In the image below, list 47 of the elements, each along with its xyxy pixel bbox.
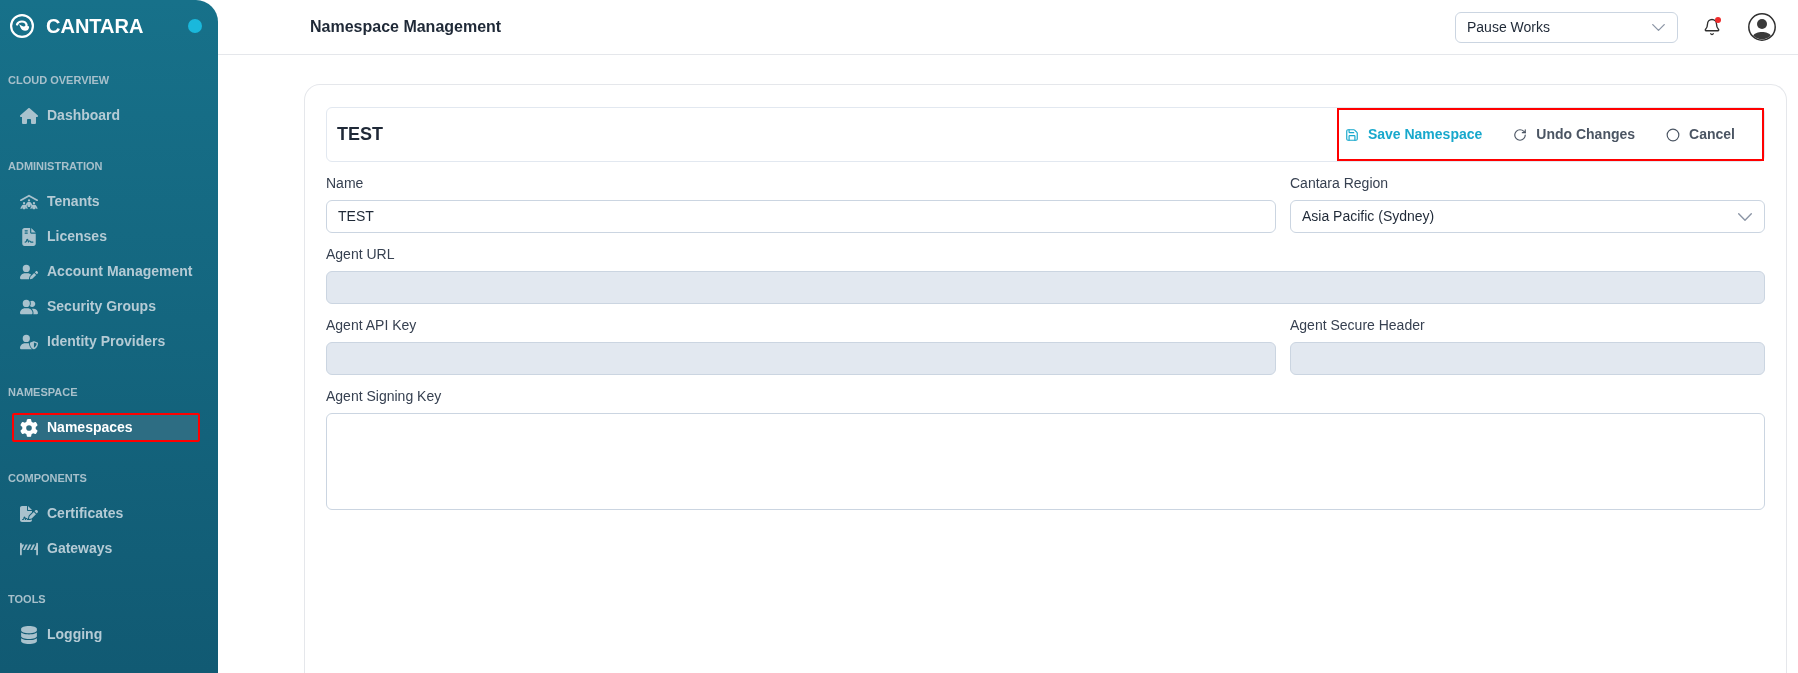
- namespace-title: TEST: [337, 123, 383, 146]
- field-label: Agent Secure Header: [1290, 316, 1426, 335]
- nav-item[interactable]: Namespaces: [12, 413, 200, 442]
- field-label: Agent Signing Key: [326, 387, 443, 406]
- page-title: Namespace Management: [310, 17, 502, 37]
- nav-item[interactable]: Dashboard: [12, 101, 200, 130]
- user-shield-icon: [20, 332, 38, 351]
- section-heading: ADMINISTRATION: [8, 159, 103, 175]
- section-heading: TOOLS: [8, 592, 46, 608]
- gear-icon: [20, 418, 38, 437]
- user-pen-icon: [20, 262, 38, 281]
- user-avatar-icon[interactable]: [1748, 13, 1776, 41]
- field-label: Name: [326, 174, 365, 193]
- logo-icon: [10, 14, 34, 38]
- chevron-down-icon: [1738, 212, 1752, 221]
- rotate-arrow-icon: [1513, 127, 1528, 142]
- brand-name: CANTARA: [46, 14, 144, 39]
- circle-icon: [1666, 127, 1681, 142]
- bell-icon[interactable]: [1703, 18, 1721, 36]
- nav-item[interactable]: Certificates: [12, 499, 200, 528]
- nav-item[interactable]: Gateways: [12, 534, 200, 563]
- text-area[interactable]: [326, 413, 1765, 510]
- section-heading: COMPONENTS: [8, 471, 87, 487]
- field-label: Cantara Region: [1290, 174, 1390, 193]
- nav-item[interactable]: Licenses: [12, 222, 200, 251]
- nav-item[interactable]: Security Groups: [12, 292, 200, 321]
- document-pen-icon: [20, 504, 38, 523]
- section-heading: CLOUD OVERVIEW: [8, 73, 110, 89]
- house-icon: [20, 106, 38, 125]
- people-under-roof-icon: [20, 192, 38, 211]
- nav-item[interactable]: Identity Providers: [12, 327, 200, 356]
- workspace-select[interactable]: Pause Works: [1455, 11, 1678, 43]
- text-input[interactable]: TEST: [326, 200, 1276, 233]
- users-icon: [20, 297, 38, 316]
- section-heading: NAMESPACE: [8, 385, 78, 401]
- database-icon: [20, 625, 38, 644]
- nav-item[interactable]: Tenants: [12, 187, 200, 216]
- action-button[interactable]: Save Namespace: [1344, 124, 1483, 145]
- chevron-down-icon: [1652, 23, 1665, 31]
- field-label: Agent API Key: [326, 316, 418, 335]
- document-icon: [20, 227, 38, 246]
- action-button[interactable]: Cancel: [1666, 124, 1735, 145]
- action-button[interactable]: Undo Changes: [1513, 124, 1636, 145]
- nav-item[interactable]: Account Management: [12, 257, 200, 286]
- field-label: Agent URL: [326, 245, 396, 264]
- nav-item[interactable]: Logging: [12, 620, 200, 649]
- dropdown-select[interactable]: Asia Pacific (Sydney): [1290, 200, 1765, 233]
